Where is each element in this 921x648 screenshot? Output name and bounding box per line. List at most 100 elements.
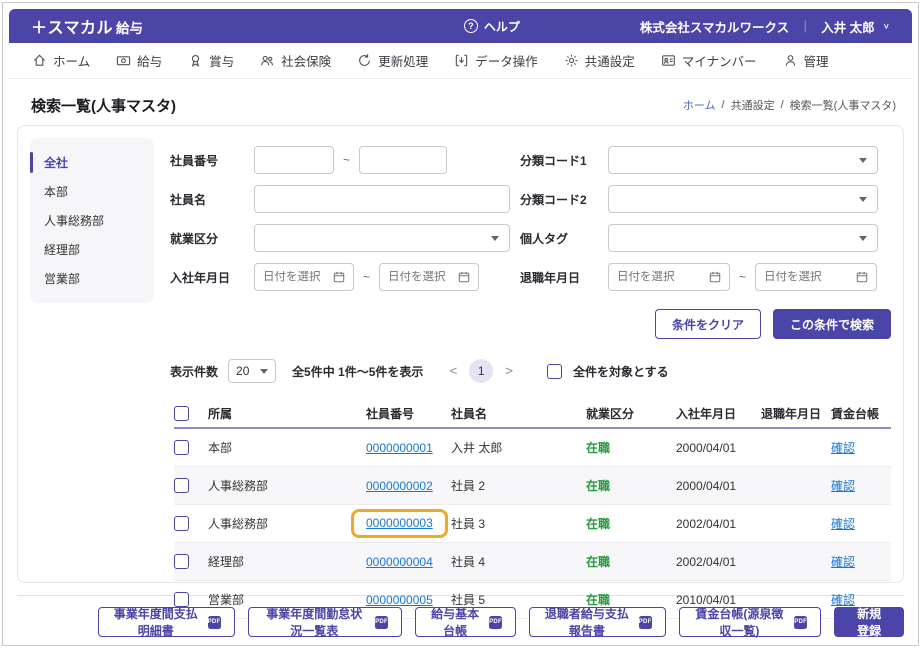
nav-item-home[interactable]: ホーム bbox=[19, 51, 103, 70]
help-label: ヘルプ bbox=[483, 19, 520, 34]
cell-name: 入井 太郎 bbox=[451, 441, 503, 455]
nav-item-bonus[interactable]: 賞与 bbox=[175, 51, 247, 70]
pdf-icon: PDF bbox=[207, 615, 221, 629]
main-nav: ホーム 給与 賞与 社会保険 更新処理 データ操作 共通設定 マイナンバー 管理 bbox=[9, 43, 912, 79]
salary-base-ledger-button[interactable]: 給与基本台帳 PDF bbox=[415, 607, 517, 638]
hire-date-label: 入社年月日 bbox=[170, 270, 231, 285]
employee-number-link[interactable]: 0000000005 bbox=[366, 593, 433, 607]
breadcrumb: ホーム / 共通設定 / 検索一覧(人事マスタ) bbox=[683, 97, 896, 113]
employee-no-from-input[interactable] bbox=[254, 146, 334, 174]
retire-date-from-picker[interactable] bbox=[608, 263, 730, 291]
cell-status: 在職 bbox=[586, 517, 611, 531]
list-controls: 表示件数 20 全5件中 1件〜5件を表示 < 1 > 全件を対象とする bbox=[170, 359, 891, 383]
medal-icon bbox=[191, 54, 200, 67]
employee-no-to-input[interactable] bbox=[359, 146, 448, 174]
wage-ledger-withholding-button[interactable]: 賃金台帳(源泉徴収一覧) PDF bbox=[678, 607, 822, 638]
calendar-icon bbox=[856, 271, 868, 283]
sidebar-item-hr-general-affairs[interactable]: 人事総務部 bbox=[30, 206, 154, 235]
annual-payment-statement-button[interactable]: 事業年度間支払明細書 PDF bbox=[98, 607, 235, 638]
nav-label: マイナンバー bbox=[681, 55, 757, 69]
retire-date-to-picker[interactable] bbox=[755, 263, 878, 291]
employee-name-input[interactable] bbox=[254, 185, 510, 213]
sidebar-item-accounting[interactable]: 経理部 bbox=[30, 235, 154, 264]
prev-page-icon[interactable]: < bbox=[449, 364, 457, 379]
wage-ledger-link[interactable]: 確認 bbox=[831, 517, 855, 531]
employment-type-label: 就業区分 bbox=[170, 231, 219, 246]
page-number[interactable]: 1 bbox=[469, 359, 494, 383]
display-count-select[interactable]: 20 bbox=[228, 359, 277, 383]
nav-label: 更新処理 bbox=[378, 55, 429, 69]
col-name: 社員名 bbox=[451, 406, 488, 421]
table-row: 人事総務部 0000000003 社員 3 在職 2002/04/01 確認 bbox=[174, 505, 891, 543]
annual-attendance-list-button[interactable]: 事業年度間勤怠状況一覧表 PDF bbox=[247, 607, 403, 638]
top-app-bar: ＋スマカル 給与 ? ヘルプ 株式会社スマカルワークス ｜ 入井 太郎 ∨ bbox=[9, 9, 912, 43]
retire-date-label: 退職年月日 bbox=[520, 270, 581, 285]
wage-ledger-link[interactable]: 確認 bbox=[831, 479, 855, 493]
pdf-icon: PDF bbox=[638, 615, 652, 629]
cell-dept: 人事総務部 bbox=[208, 517, 269, 531]
chevron-down-icon[interactable]: ∨ bbox=[883, 22, 890, 31]
nav-item-mynumber[interactable]: マイナンバー bbox=[648, 51, 770, 70]
pdf-icon: PDF bbox=[489, 615, 503, 629]
page-header: 検索一覧(人事マスタ) ホーム / 共通設定 / 検索一覧(人事マスタ) bbox=[9, 79, 912, 123]
calendar-icon bbox=[333, 271, 345, 283]
data-import-export-icon bbox=[455, 54, 468, 67]
dropdown-arrow-icon bbox=[859, 235, 867, 241]
hire-date-to-input[interactable] bbox=[388, 271, 455, 283]
row-checkbox[interactable] bbox=[174, 516, 189, 531]
row-checkbox[interactable] bbox=[174, 478, 189, 493]
cell-status: 在職 bbox=[586, 479, 611, 493]
select-all-checkbox[interactable] bbox=[547, 363, 563, 379]
cell-name: 社員 4 bbox=[451, 555, 486, 569]
breadcrumb-home-link[interactable]: ホーム bbox=[683, 97, 716, 113]
table-row: 本部 0000000001 入井 太郎 在職 2000/04/01 確認 bbox=[174, 429, 891, 467]
sidebar-item-sales[interactable]: 営業部 bbox=[30, 264, 154, 293]
retiree-payment-report-button[interactable]: 退職者給与支払報告書 PDF bbox=[529, 607, 666, 638]
header-separator: ｜ bbox=[799, 19, 812, 34]
nav-item-update[interactable]: 更新処理 bbox=[344, 51, 441, 70]
employee-number-link[interactable]: 0000000002 bbox=[366, 479, 433, 493]
new-registration-button[interactable]: 新規登録 bbox=[834, 607, 904, 638]
user-menu[interactable]: 入井 太郎 bbox=[821, 17, 874, 36]
hire-date-from-picker[interactable] bbox=[254, 263, 354, 291]
sidebar-item-all-company[interactable]: 全社 bbox=[30, 148, 154, 177]
nav-item-admin[interactable]: 管理 bbox=[770, 51, 842, 70]
dropdown-arrow-icon bbox=[260, 368, 269, 374]
person-icon bbox=[785, 55, 795, 66]
range-separator: ~ bbox=[363, 270, 371, 284]
next-page-icon[interactable]: > bbox=[505, 364, 513, 379]
retire-date-to-input[interactable] bbox=[764, 271, 853, 283]
employee-number-link[interactable]: 0000000003 bbox=[366, 516, 433, 530]
department-sidebar: 全社 本部 人事総務部 経理部 営業部 bbox=[30, 138, 154, 303]
nav-label: 社会保険 bbox=[281, 55, 332, 69]
app-logo[interactable]: ＋スマカル 給与 bbox=[31, 14, 143, 38]
category2-select[interactable] bbox=[608, 185, 878, 213]
nav-item-data[interactable]: データ操作 bbox=[441, 51, 551, 70]
wage-ledger-link[interactable]: 確認 bbox=[831, 555, 855, 569]
row-checkbox[interactable] bbox=[174, 554, 189, 569]
nav-label: 賞与 bbox=[209, 55, 235, 69]
employment-type-select[interactable] bbox=[254, 224, 510, 252]
search-button[interactable]: この条件で検索 bbox=[772, 309, 891, 339]
main-content: 社員番号 ~ 分類コード1 社員名 分類コード2 就業区分 個人タグ 入社年月日… bbox=[170, 138, 891, 619]
pdf-icon: PDF bbox=[374, 615, 389, 629]
nav-item-common-settings[interactable]: 共通設定 bbox=[551, 51, 648, 70]
header-checkbox[interactable] bbox=[174, 405, 189, 421]
employee-number-link[interactable]: 0000000001 bbox=[366, 441, 433, 455]
col-hire-date: 入社年月日 bbox=[676, 406, 737, 421]
hire-date-to-picker[interactable] bbox=[379, 263, 480, 291]
sidebar-item-headquarters[interactable]: 本部 bbox=[30, 177, 154, 206]
category1-select[interactable] bbox=[608, 146, 878, 174]
clear-conditions-button[interactable]: 条件をクリア bbox=[654, 309, 761, 339]
employee-number-link[interactable]: 0000000004 bbox=[366, 555, 433, 569]
help-button[interactable]: ? ヘルプ bbox=[463, 18, 520, 35]
hire-date-from-input[interactable] bbox=[263, 271, 329, 283]
wage-ledger-link[interactable]: 確認 bbox=[831, 441, 855, 455]
nav-item-salary[interactable]: 給与 bbox=[103, 51, 175, 70]
cell-name: 社員 2 bbox=[451, 479, 486, 493]
nav-item-social-insurance[interactable]: 社会保険 bbox=[247, 51, 344, 70]
retire-date-from-input[interactable] bbox=[617, 271, 705, 283]
personal-tag-select[interactable] bbox=[608, 224, 878, 252]
company-name: 株式会社スマカルワークス bbox=[639, 20, 790, 35]
row-checkbox[interactable] bbox=[174, 440, 189, 455]
